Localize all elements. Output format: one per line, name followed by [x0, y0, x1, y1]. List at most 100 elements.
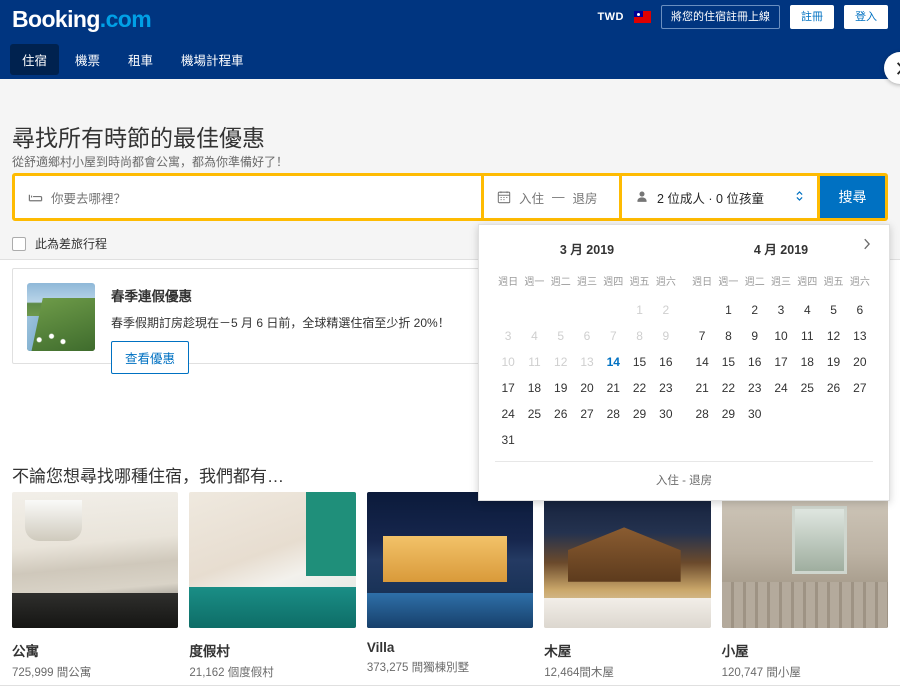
calendar-day: 9 [662, 329, 670, 343]
apartment-kitchen-photo [12, 492, 179, 628]
calendar-day[interactable]: 5 [820, 297, 846, 323]
calendar-day[interactable]: 8 [715, 323, 741, 349]
calendar-day-today[interactable]: 14 [600, 349, 626, 375]
checkout-label: 退房 [572, 191, 598, 206]
page-title: 尋找所有時節的最佳優惠 [12, 125, 265, 151]
calendar-day[interactable]: 23 [742, 375, 768, 401]
property-type-name: 木屋 [544, 644, 572, 659]
calendar-month-april: 4 月 2019 週日 週一 週二 週三 週四 週五 週六 1 2 3 4 5 6 7 8 9 10 11 12 13… [689, 239, 873, 453]
calendar-weekday: 週日 [498, 277, 519, 288]
currency-selector[interactable]: TWD [597, 11, 624, 23]
calendar-day[interactable]: 31 [495, 427, 521, 453]
calendar-day[interactable]: 28 [600, 401, 626, 427]
calendar-day[interactable]: 18 [794, 349, 820, 375]
destination-input[interactable]: 你要去哪裡？ [51, 188, 126, 207]
calendar-day[interactable]: 17 [495, 375, 521, 401]
destination-field[interactable]: 你要去哪裡？ [15, 176, 481, 218]
nav-item-flights[interactable]: 機票 [63, 44, 112, 75]
search-bar: 你要去哪裡？ 入住 — 退房 2 位成人 · 0 位孩童 搜尋 [12, 173, 888, 221]
up-down-stepper-icon[interactable] [795, 189, 804, 206]
calendar-day[interactable]: 1 [715, 297, 741, 323]
calendar-weekday: 週二 [550, 277, 571, 288]
calendar-empty-cell [689, 297, 715, 323]
calendar-day[interactable]: 15 [626, 349, 652, 375]
booking-logo[interactable]: Booking.com [12, 6, 152, 33]
calendar-day[interactable]: 7 [689, 323, 715, 349]
calendar-day[interactable]: 28 [689, 401, 715, 427]
calendar-day[interactable]: 3 [768, 297, 794, 323]
calendar-day[interactable]: 20 [574, 375, 600, 401]
calendar-day[interactable]: 13 [847, 323, 873, 349]
property-type-card[interactable]: 公寓 725,999 間公寓 [12, 492, 179, 680]
calendar-day[interactable]: 30 [742, 401, 768, 427]
calendar-day[interactable]: 27 [847, 375, 873, 401]
calendar-day[interactable]: 25 [794, 375, 820, 401]
logo-dotcom-text: .com [99, 6, 152, 32]
calendar-day[interactable]: 21 [600, 375, 626, 401]
property-type-card[interactable]: 木屋 12,464間木屋 [544, 492, 711, 680]
calendar-day[interactable]: 30 [653, 401, 679, 427]
calendar-day[interactable]: 18 [521, 375, 547, 401]
calendar-day[interactable]: 29 [626, 401, 652, 427]
calendar-day[interactable]: 20 [847, 349, 873, 375]
calendar-day: 12 [554, 355, 568, 369]
property-type-name: 小屋 [721, 644, 749, 659]
calendar-grid: 週日 週一 週二 週三 週四 週五 週六 1 2 3 4 5 6 7 8 9 10 11 12 13 14 15 16 17 1… [495, 270, 679, 453]
calendar-day[interactable]: 9 [742, 323, 768, 349]
calendar-day[interactable]: 14 [689, 349, 715, 375]
calendar-day[interactable]: 21 [689, 375, 715, 401]
calendar-day[interactable]: 19 [820, 349, 846, 375]
calendar-day[interactable]: 6 [847, 297, 873, 323]
property-type-card[interactable]: 小屋 120,747 間小屋 [721, 492, 889, 680]
calendar-day[interactable]: 25 [521, 401, 547, 427]
taiwan-flag-icon[interactable] [634, 11, 651, 24]
calendar-day[interactable]: 10 [768, 323, 794, 349]
search-button[interactable]: 搜尋 [820, 176, 885, 218]
business-trip-checkbox[interactable] [12, 236, 26, 251]
list-your-property-button[interactable]: 將您的住宿註冊上線 [661, 5, 780, 30]
dates-field[interactable]: 入住 — 退房 [484, 176, 619, 218]
property-type-count: 725,999 間公寓 [12, 667, 92, 679]
calendar-weekday: 週二 [744, 277, 765, 288]
primary-nav: 住宿 機票 租車 機場計程車 [10, 44, 256, 75]
nav-item-stays[interactable]: 住宿 [10, 44, 60, 75]
calendar-day[interactable]: 4 [794, 297, 820, 323]
calendar-day[interactable]: 17 [768, 349, 794, 375]
calendar-day: 2 [662, 303, 670, 317]
property-type-count: 21,162 個度假村 [189, 667, 274, 679]
calendar-weekday: 週四 [797, 277, 818, 288]
calendar-day[interactable]: 24 [768, 375, 794, 401]
calendar-day[interactable]: 29 [715, 401, 741, 427]
bed-icon [28, 190, 43, 205]
calendar-day[interactable]: 22 [715, 375, 741, 401]
calendar-next-month-button[interactable] [860, 237, 873, 254]
property-type-card[interactable]: Villa 373,275 間獨棟別墅 [366, 492, 534, 680]
calendar-day[interactable]: 22 [626, 375, 652, 401]
calendar-day[interactable]: 16 [742, 349, 768, 375]
property-types-heading: 不論您想尋找哪種住宿，我們都有… [12, 467, 284, 486]
calendar-day[interactable]: 19 [548, 375, 574, 401]
calendar-months: 3 月 2019 週日 週一 週二 週三 週四 週五 週六 1 2 3 4 5 6 7 8 9 10 11 12 13… [495, 237, 873, 453]
property-type-count: 12,464間木屋 [544, 667, 614, 679]
property-type-card[interactable]: 度假村 21,162 個度假村 [189, 492, 356, 680]
nav-item-airport-taxi[interactable]: 機場計程車 [169, 44, 256, 75]
register-button[interactable]: 註冊 [790, 5, 834, 30]
calendar-day[interactable]: 24 [495, 401, 521, 427]
calendar-day[interactable]: 26 [820, 375, 846, 401]
signin-button[interactable]: 登入 [844, 5, 888, 30]
page-subtitle: 從舒適鄉村小屋到時尚都會公寓，都為你準備好了！ [12, 155, 289, 169]
calendar-day[interactable]: 16 [653, 349, 679, 375]
calendar-day[interactable]: 27 [574, 401, 600, 427]
nav-item-car-rental[interactable]: 租車 [116, 44, 165, 75]
calendar-day[interactable]: 15 [715, 349, 741, 375]
site-header: Booking.com TWD 將您的住宿註冊上線 註冊 登入 住宿 機票 租車… [0, 0, 900, 79]
guests-value: 2 位成人 · 0 位孩童 [657, 191, 764, 206]
calendar-day[interactable]: 12 [820, 323, 846, 349]
date-picker-popup: 3 月 2019 週日 週一 週二 週三 週四 週五 週六 1 2 3 4 5 6 7 8 9 10 11 12 13… [478, 224, 890, 501]
calendar-day[interactable]: 11 [794, 323, 820, 349]
calendar-day[interactable]: 26 [548, 401, 574, 427]
calendar-day[interactable]: 23 [653, 375, 679, 401]
guests-field[interactable]: 2 位成人 · 0 位孩童 [622, 176, 817, 218]
calendar-day[interactable]: 2 [742, 297, 768, 323]
view-deals-button[interactable]: 查看優惠 [111, 341, 190, 374]
